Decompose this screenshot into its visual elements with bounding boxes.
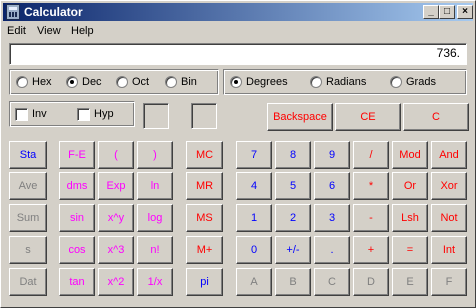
checkbox-inv-label: Inv <box>32 108 47 120</box>
x-cube-button[interactable]: x^3 <box>98 236 134 264</box>
hex-a-button[interactable]: A <box>236 268 272 296</box>
checkbox-hyp-label: Hyp <box>94 108 114 120</box>
or-button[interactable]: Or <box>392 172 428 200</box>
digit-0-button[interactable]: 0 <box>236 236 272 264</box>
angle-radio-group: Degrees Radians Grads <box>223 69 467 95</box>
base-radio-group: Hex Dec Oct Bin <box>9 69 219 95</box>
digit-8-button[interactable]: 8 <box>275 141 311 169</box>
sta-button[interactable]: Sta <box>9 141 47 169</box>
radio-oct[interactable] <box>116 76 128 88</box>
memory-clear-button[interactable]: MC <box>186 141 223 169</box>
close-button[interactable]: × <box>457 5 473 19</box>
digit-7-button[interactable]: 7 <box>236 141 272 169</box>
calculator-icon <box>6 4 20 20</box>
sin-button[interactable]: sin <box>59 204 95 232</box>
minimize-button[interactable]: _ <box>423 5 439 19</box>
fe-button[interactable]: F-E <box>59 141 95 169</box>
divide-button[interactable]: / <box>353 141 389 169</box>
checkbox-hyp[interactable] <box>77 108 90 121</box>
sum-button[interactable]: Sum <box>9 204 47 232</box>
menu-help[interactable]: Help <box>71 25 94 37</box>
digit-3-button[interactable]: 3 <box>314 204 350 232</box>
x-square-button[interactable]: x^2 <box>98 268 134 296</box>
digit-5-button[interactable]: 5 <box>275 172 311 200</box>
title-bar: Calculator _ □ × <box>3 3 473 21</box>
sign-toggle-button[interactable]: +/- <box>275 236 311 264</box>
factorial-button[interactable]: n! <box>137 236 173 264</box>
parenthesis-indicator <box>143 103 169 129</box>
digit-1-button[interactable]: 1 <box>236 204 272 232</box>
clear-button[interactable]: C <box>403 103 469 131</box>
add-button[interactable]: + <box>353 236 389 264</box>
digit-9-button[interactable]: 9 <box>314 141 350 169</box>
ln-button[interactable]: ln <box>137 172 173 200</box>
int-button[interactable]: Int <box>431 236 467 264</box>
reciprocal-button[interactable]: 1/x <box>137 268 173 296</box>
close-paren-button[interactable]: ) <box>137 141 173 169</box>
exp-button[interactable]: Exp <box>98 172 134 200</box>
hex-e-button[interactable]: E <box>392 268 428 296</box>
hex-c-button[interactable]: C <box>314 268 350 296</box>
radio-hex-label: Hex <box>32 76 52 88</box>
window-title: Calculator <box>24 5 83 19</box>
radio-radians[interactable] <box>310 76 322 88</box>
equals-button[interactable]: = <box>392 236 428 264</box>
memory-indicator <box>191 103 217 129</box>
menu-edit[interactable]: Edit <box>7 25 26 37</box>
dms-button[interactable]: dms <box>59 172 95 200</box>
calculator-window: Calculator _ □ × Edit View Help 736. Hex… <box>0 0 476 308</box>
digit-4-button[interactable]: 4 <box>236 172 272 200</box>
radio-bin[interactable] <box>165 76 177 88</box>
and-button[interactable]: And <box>431 141 467 169</box>
decimal-button[interactable]: . <box>314 236 350 264</box>
multiply-button[interactable]: * <box>353 172 389 200</box>
radio-grads-label: Grads <box>406 76 436 88</box>
radio-degrees[interactable] <box>230 76 242 88</box>
lsh-button[interactable]: Lsh <box>392 204 428 232</box>
log-button[interactable]: log <box>137 204 173 232</box>
dat-button[interactable]: Dat <box>9 268 47 296</box>
radio-grads[interactable] <box>390 76 402 88</box>
s-button[interactable]: s <box>9 236 47 264</box>
memory-recall-button[interactable]: MR <box>186 172 223 200</box>
radio-bin-label: Bin <box>181 76 197 88</box>
not-button[interactable]: Not <box>431 204 467 232</box>
radio-hex[interactable] <box>16 76 28 88</box>
radio-oct-label: Oct <box>132 76 150 88</box>
digit-2-button[interactable]: 2 <box>275 204 311 232</box>
pi-button[interactable]: pi <box>186 268 223 296</box>
ave-button[interactable]: Ave <box>9 172 47 200</box>
digit-6-button[interactable]: 6 <box>314 172 350 200</box>
x-pow-y-button[interactable]: x^y <box>98 204 134 232</box>
memory-add-button[interactable]: M+ <box>186 236 223 264</box>
radio-radians-label: Radians <box>326 76 367 88</box>
checkbox-inv[interactable] <box>15 108 28 121</box>
radio-dec-label: Dec <box>82 76 102 88</box>
subtract-button[interactable]: - <box>353 204 389 232</box>
open-paren-button[interactable]: ( <box>98 141 134 169</box>
clear-entry-button[interactable]: CE <box>335 103 401 131</box>
hex-f-button[interactable]: F <box>431 268 467 296</box>
maximize-button[interactable]: □ <box>439 5 455 19</box>
radio-dec[interactable] <box>66 76 78 88</box>
cos-button[interactable]: cos <box>59 236 95 264</box>
xor-button[interactable]: Xor <box>431 172 467 200</box>
tan-button[interactable]: tan <box>59 268 95 296</box>
menu-bar: Edit View Help <box>3 22 473 40</box>
menu-view[interactable]: View <box>37 25 61 37</box>
radio-degrees-label: Degrees <box>246 76 288 88</box>
hex-b-button[interactable]: B <box>275 268 311 296</box>
display-field[interactable]: 736. <box>9 43 467 65</box>
mod-button[interactable]: Mod <box>392 141 428 169</box>
backspace-button[interactable]: Backspace <box>267 103 333 131</box>
memory-store-button[interactable]: MS <box>186 204 223 232</box>
hex-d-button[interactable]: D <box>353 268 389 296</box>
